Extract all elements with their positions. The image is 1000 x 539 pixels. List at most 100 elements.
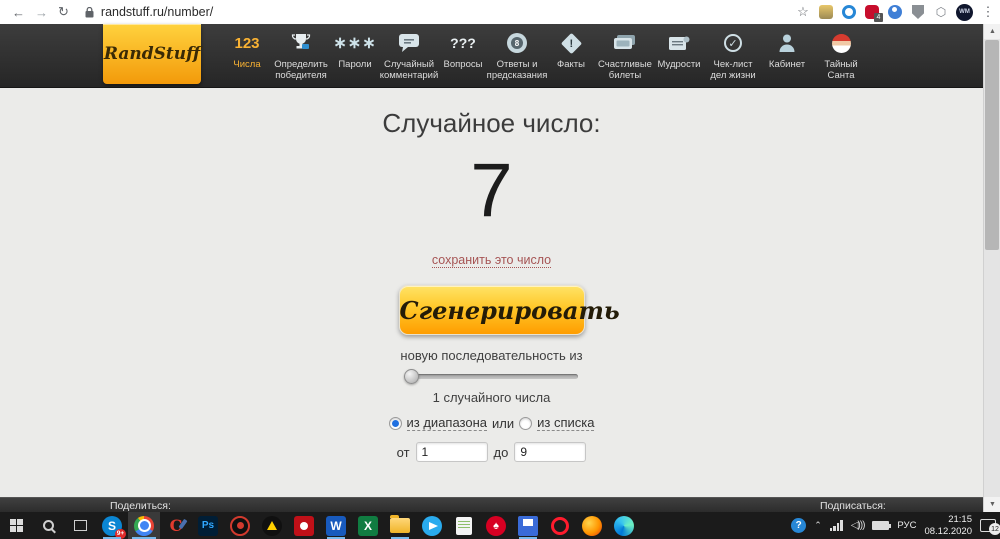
floppy-app-icon[interactable] <box>512 512 544 539</box>
browser-right-controls: ☆ 4 ⬡ WM ⋮ <box>795 0 996 24</box>
nav-item-checklist[interactable]: ✓ Чек-лист дел жизни <box>706 30 760 82</box>
tray-time: 21:15 <box>948 513 972 525</box>
firefox-app-icon[interactable] <box>576 512 608 539</box>
forward-icon[interactable]: → <box>35 5 48 20</box>
extension-icon[interactable] <box>842 5 856 19</box>
back-icon[interactable]: ← <box>12 5 25 20</box>
profile-avatar[interactable]: WM <box>956 3 973 21</box>
edge-app-icon[interactable] <box>608 512 640 539</box>
eight-ball-icon: 8 <box>507 30 527 56</box>
range-inputs-row: от до <box>0 442 983 462</box>
mode-radios: из диапазона или из списка <box>0 415 983 431</box>
range-radio[interactable] <box>388 416 402 430</box>
tray-date: 08.12.2020 <box>924 525 972 537</box>
triangle-app-icon[interactable] <box>256 512 288 539</box>
address-url[interactable]: randstuff.ru/number/ <box>101 5 213 19</box>
search-icon[interactable] <box>32 512 64 539</box>
range-radio-label[interactable]: из диапазона <box>406 415 488 431</box>
help-tray-icon[interactable]: ? <box>791 518 807 533</box>
save-number-link[interactable]: сохранить это число <box>431 253 552 268</box>
notepad-app-icon[interactable] <box>448 512 480 539</box>
nav-item-wisdom[interactable]: Мудрости <box>652 30 706 82</box>
network-icon[interactable] <box>829 520 843 531</box>
windows-taskbar: S 9+ C Ps W X ♠ ? ⌃ ◁))) РУС 21:15 08.12.… <box>0 512 1000 539</box>
speech-bubble-icon <box>398 30 420 56</box>
nav-item-answers[interactable]: 8 Ответы и предсказания <box>487 30 547 82</box>
adblock-badge: 4 <box>874 13 883 22</box>
scroll-icon <box>667 30 691 56</box>
or-text: или <box>492 415 515 431</box>
chrome-app-icon[interactable] <box>128 512 160 539</box>
from-input[interactable] <box>415 442 488 462</box>
start-button[interactable] <box>0 512 32 539</box>
extensions-puzzle-icon[interactable]: ⬡ <box>933 4 949 20</box>
scroll-down-icon[interactable]: ▼ <box>984 497 1000 512</box>
count-slider[interactable] <box>403 369 578 384</box>
to-input[interactable] <box>514 442 587 462</box>
count-text: 1 случайного числа <box>432 390 551 405</box>
page-content: Случайное число: 7 сохранить это число С… <box>0 88 983 539</box>
nav-item-secret-santa[interactable]: Тайный Санта <box>814 30 868 82</box>
skype-app-icon[interactable]: S 9+ <box>96 512 128 539</box>
cleaner-app-icon[interactable]: C <box>160 512 192 539</box>
record-app-icon[interactable] <box>224 512 256 539</box>
notification-badge: 12 <box>989 523 1000 535</box>
trophy-icon <box>291 30 311 56</box>
shield-extension-icon[interactable] <box>912 5 924 19</box>
nav-item-facts[interactable]: ! Факты <box>544 30 598 82</box>
task-view-icon[interactable] <box>64 512 96 539</box>
person-icon <box>778 30 796 56</box>
battery-icon[interactable] <box>872 521 892 530</box>
list-radio-label[interactable]: из списка <box>537 415 595 431</box>
asterisks-icon: ∗∗∗ <box>333 35 377 52</box>
browser-menu-icon[interactable]: ⋮ <box>980 4 996 20</box>
volume-icon[interactable]: ◁))) <box>851 520 866 531</box>
nav-item-pick-winner[interactable]: Определить победителя <box>274 30 328 82</box>
reload-icon[interactable]: ↻ <box>58 4 69 20</box>
password-extension-icon[interactable] <box>888 5 902 19</box>
numbers-123-icon: 123 <box>234 34 260 52</box>
opera-app-icon[interactable] <box>544 512 576 539</box>
slider-knob[interactable] <box>403 369 419 384</box>
generate-button[interactable]: Сгенерировать <box>398 285 620 335</box>
site-logo[interactable]: RandStuff <box>103 24 201 84</box>
word-app-icon[interactable]: W <box>320 512 352 539</box>
lock-icon[interactable] <box>85 6 94 18</box>
photoshop-app-icon[interactable]: Ps <box>192 512 224 539</box>
bookmark-star-icon[interactable]: ☆ <box>795 4 811 20</box>
santa-icon <box>831 30 851 56</box>
nav-items: 123 Числа Определить победителя ∗∗∗ Паро… <box>220 30 868 82</box>
nav-item-cabinet[interactable]: Кабинет <box>760 30 814 82</box>
tickets-icon <box>613 30 637 56</box>
notification-center-icon[interactable]: 12 <box>980 519 1000 535</box>
hidden-icons-chevron[interactable]: ⌃ <box>814 520 822 531</box>
file-explorer-icon[interactable] <box>384 512 416 539</box>
pokerstars-app-icon[interactable]: ♠ <box>480 512 512 539</box>
page-scrollbar[interactable]: ▲ ▼ <box>983 24 1000 512</box>
language-indicator[interactable]: РУС <box>897 520 916 531</box>
check-badge-icon: ✓ <box>724 30 742 56</box>
clock[interactable]: 21:15 08.12.2020 <box>924 514 972 538</box>
adblock-extension-icon[interactable]: 4 <box>864 4 883 22</box>
to-label: до <box>493 444 509 460</box>
telegram-app-icon[interactable] <box>416 512 448 539</box>
excel-app-icon[interactable]: X <box>352 512 384 539</box>
nav-item-lucky-tickets[interactable]: Счастливые билеты <box>598 30 652 82</box>
red-eye-app-icon[interactable] <box>288 512 320 539</box>
page-title: Случайное число: <box>382 108 601 138</box>
list-radio[interactable] <box>519 416 533 430</box>
scrollbar-thumb[interactable] <box>985 40 999 250</box>
nav-item-numbers[interactable]: 123 Числа <box>220 30 274 82</box>
extension-icon[interactable] <box>819 5 833 19</box>
nav-item-random-comment[interactable]: Случайный комментарий <box>380 30 438 82</box>
nav-item-questions[interactable]: ??? Вопросы <box>436 30 490 82</box>
browser-toolbar: ← → ↻ randstuff.ru/number/ ☆ 4 ⬡ WM ⋮ <box>0 0 1000 24</box>
slider-track[interactable] <box>405 374 578 379</box>
random-number-value: 7 <box>470 148 513 233</box>
nav-item-passwords[interactable]: ∗∗∗ Пароли <box>328 30 382 82</box>
scroll-up-icon[interactable]: ▲ <box>984 24 1000 39</box>
question-marks-icon: ??? <box>450 35 476 51</box>
from-label: от <box>396 444 410 460</box>
browser-nav-buttons: ← → ↻ <box>0 4 69 20</box>
sequence-text: новую последовательность из <box>400 348 583 363</box>
